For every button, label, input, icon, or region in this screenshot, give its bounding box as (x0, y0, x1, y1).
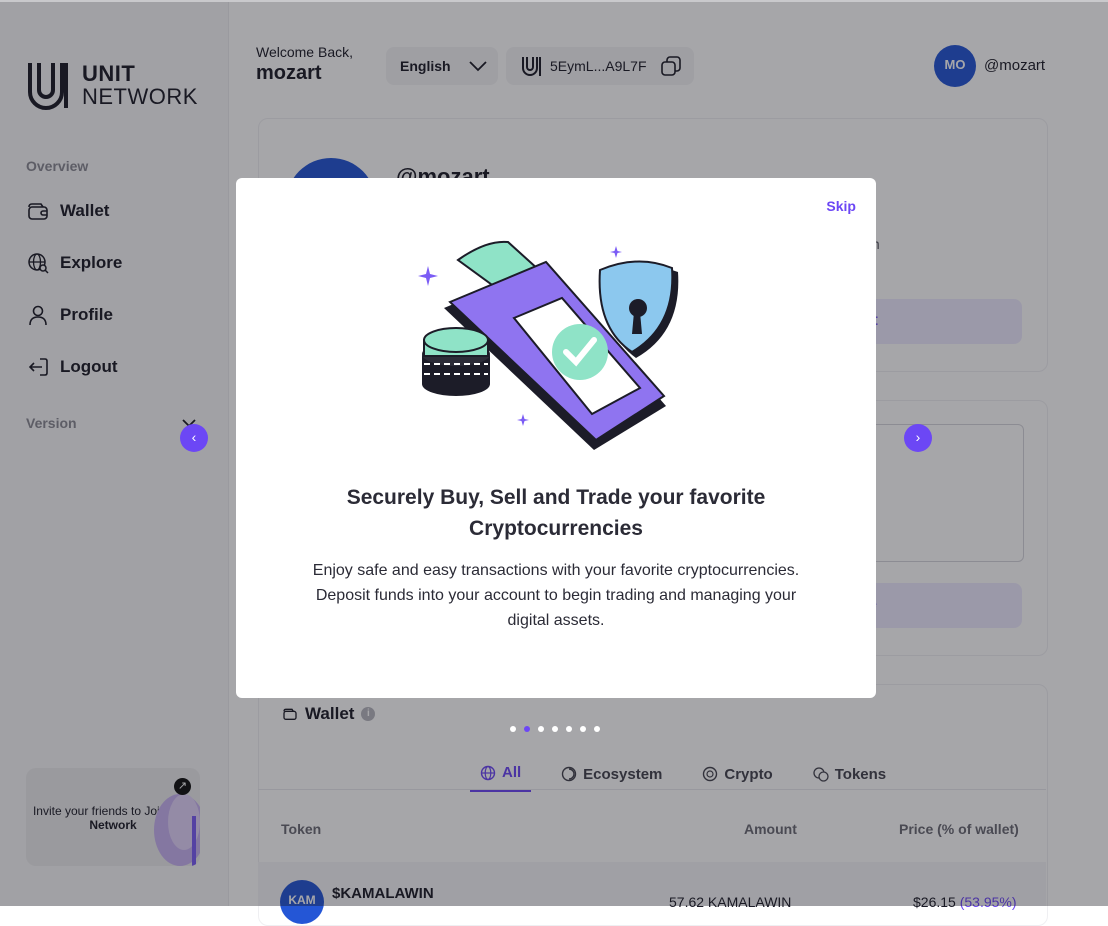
modal-title: Securely Buy, Sell and Trade your favori… (346, 486, 766, 540)
modal-description: Enjoy safe and easy transactions with yo… (312, 562, 800, 629)
pagination-dot[interactable] (552, 726, 558, 732)
payment-terminal-illustration (418, 240, 679, 450)
pagination-dot[interactable] (594, 726, 600, 732)
carousel-next-button[interactable]: › (904, 424, 932, 452)
pagination-dot[interactable] (566, 726, 572, 732)
pagination-dot-active[interactable] (524, 726, 530, 732)
pagination-dot[interactable] (510, 726, 516, 732)
carousel-prev-button[interactable]: ‹ (180, 424, 208, 452)
pagination-dot[interactable] (538, 726, 544, 732)
onboarding-modal: Skip Securely Buy, Sell and Trade your f… (236, 178, 876, 698)
carousel-pagination (510, 726, 600, 732)
skip-button[interactable]: Skip (826, 198, 856, 214)
pagination-dot[interactable] (580, 726, 586, 732)
